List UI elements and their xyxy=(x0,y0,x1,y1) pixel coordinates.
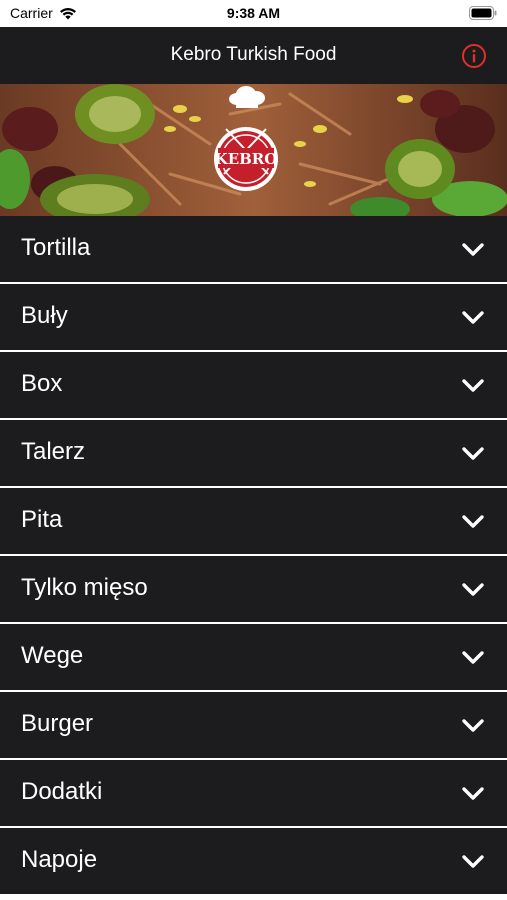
menu-item-box[interactable]: Box xyxy=(0,352,507,418)
status-bar: Carrier 9:38 AM xyxy=(0,0,507,27)
info-icon[interactable] xyxy=(461,43,487,69)
menu-item-label: Dodatki xyxy=(21,778,103,805)
menu-item-label: Tortilla xyxy=(21,234,91,261)
status-right xyxy=(469,6,497,25)
chevron-down-icon xyxy=(462,243,484,256)
menu-item-label: Buły xyxy=(21,302,68,329)
menu-item-wege[interactable]: Wege xyxy=(0,624,507,690)
chevron-down-icon xyxy=(462,515,484,528)
chevron-down-icon xyxy=(462,311,484,324)
menu-item-buly[interactable]: Buły xyxy=(0,284,507,350)
chevron-down-icon xyxy=(462,379,484,392)
menu-item-tylko-mieso[interactable]: Tylko mięso xyxy=(0,556,507,622)
menu-item-tortilla[interactable]: Tortilla xyxy=(0,216,507,282)
menu-list: Tortilla Buły Box Talerz Pita Tylko mięs… xyxy=(0,216,507,896)
menu-item-pita[interactable]: Pita xyxy=(0,488,507,554)
menu-item-burger[interactable]: Burger xyxy=(0,692,507,758)
nav-bar: Kebro Turkish Food xyxy=(0,27,507,84)
menu-item-label: Talerz xyxy=(21,438,86,465)
menu-item-label: Burger xyxy=(21,710,94,737)
chevron-down-icon xyxy=(462,855,484,868)
menu-item-label: Box xyxy=(21,370,63,397)
chevron-down-icon xyxy=(462,651,484,664)
menu-item-talerz[interactable]: Talerz xyxy=(0,420,507,486)
logo-text: KEBRO xyxy=(215,150,278,168)
menu-item-label: Napoje xyxy=(21,846,98,873)
banner-image: KEBRO xyxy=(0,84,507,216)
battery-icon xyxy=(469,6,497,20)
status-time: 9:38 AM xyxy=(226,5,281,21)
chevron-down-icon xyxy=(462,787,484,800)
menu-item-dodatki[interactable]: Dodatki xyxy=(0,760,507,826)
menu-item-label: Wege xyxy=(21,642,84,669)
menu-item-napoje[interactable]: Napoje xyxy=(0,828,507,894)
menu-item-label: Pita xyxy=(21,506,63,533)
chevron-down-icon xyxy=(462,447,484,460)
nav-title: Kebro Turkish Food xyxy=(170,44,337,65)
chevron-down-icon xyxy=(462,583,484,596)
chevron-down-icon xyxy=(462,719,484,732)
menu-item-label: Tylko mięso xyxy=(21,574,148,601)
food-photo: KEBRO xyxy=(0,84,507,216)
